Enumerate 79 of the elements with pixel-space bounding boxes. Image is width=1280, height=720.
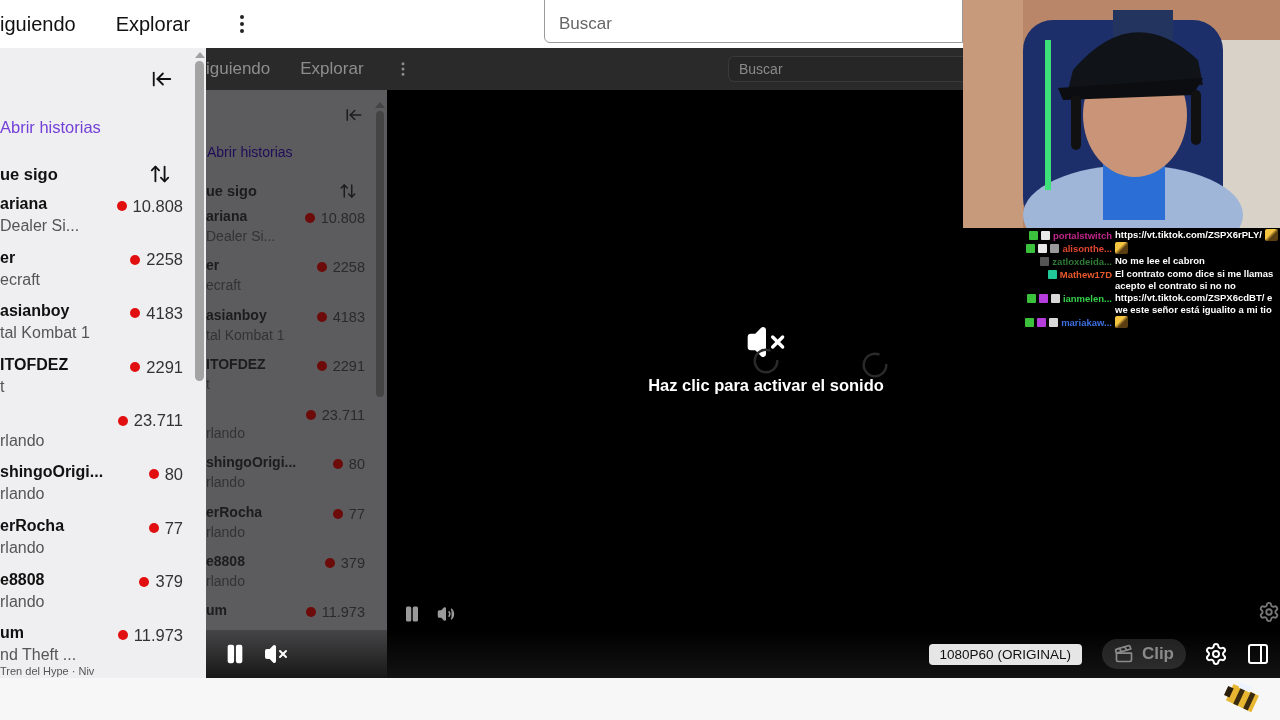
search-field[interactable]: Buscar xyxy=(728,56,963,82)
chat-username[interactable]: portalstwitch xyxy=(1052,229,1112,241)
section-title: ue sigo xyxy=(206,183,257,199)
live-dot-icon xyxy=(117,630,128,641)
live-dot-icon xyxy=(139,576,150,587)
settings-button[interactable] xyxy=(1204,642,1228,666)
live-dot-icon xyxy=(316,311,327,322)
channel-name[interactable]: um xyxy=(0,624,118,647)
channel-game: rlando xyxy=(0,592,46,611)
chat-username[interactable]: ianmelen... xyxy=(1062,292,1112,304)
chat-username[interactable]: mariakaw... xyxy=(1061,316,1112,328)
viewer-count: 23.711 xyxy=(133,411,183,431)
channel-status: Tren del Hype · Niv xyxy=(0,665,96,678)
chat-message: https://vt.tiktok.com/ZSPX6rPLY/ xyxy=(1115,229,1262,241)
unmute-prompt[interactable]: Haz clic para activar el sonido xyxy=(648,376,884,395)
settings-icon[interactable] xyxy=(1258,601,1280,623)
live-dot-icon xyxy=(130,254,141,265)
search-field[interactable]: Buscar xyxy=(544,0,963,43)
channel-name[interactable]: shingoOrigi... xyxy=(0,463,149,486)
quality-badge: 1080P60 (ORIGINAL) xyxy=(928,643,1082,665)
live-dot-icon xyxy=(316,262,327,273)
channel-name[interactable]: ariana xyxy=(0,195,117,217)
theatre-mode-button[interactable] xyxy=(1246,642,1270,666)
live-dot-icon xyxy=(316,360,327,371)
live-dot-icon xyxy=(332,508,343,519)
chat-username[interactable]: Mathew17D xyxy=(1059,268,1112,280)
channel-game: t xyxy=(0,378,6,396)
nav-link[interactable]: iguiendo xyxy=(206,59,271,79)
nav-link[interactable]: Explorar xyxy=(115,12,191,36)
live-dot-icon xyxy=(117,415,128,426)
channel-game: rlando xyxy=(0,539,46,558)
live-dot-icon xyxy=(305,607,316,618)
channel-name[interactable]: asianboy xyxy=(0,302,131,325)
video-player[interactable] xyxy=(206,48,1280,678)
mute-button[interactable] xyxy=(264,642,288,666)
channel-game: nd Theft ... xyxy=(0,646,78,665)
live-dot-icon xyxy=(305,410,316,421)
channel-name[interactable]: ITOFDEZ xyxy=(0,356,131,378)
live-dot-icon xyxy=(130,362,141,372)
viewer-count: 80 xyxy=(164,464,183,484)
channel-game: rlando xyxy=(0,485,46,504)
channel-game: rlando xyxy=(0,431,46,450)
nav-link[interactable]: iguiendo xyxy=(0,12,76,36)
chat-message: https://vt.tiktok.com/ZSPX6cdBT/ e we este señor está igualito a mi tio xyxy=(1115,292,1274,315)
chat-message: No me lee el cabron xyxy=(1115,255,1205,267)
nav-link[interactable]: Explorar xyxy=(300,59,364,79)
channel-game: tal Kombat 1 xyxy=(0,324,91,343)
scrollbar-thumb[interactable] xyxy=(195,61,204,381)
pause-icon[interactable] xyxy=(403,605,421,623)
viewer-count: 4183 xyxy=(146,303,183,323)
channel-name[interactable]: er xyxy=(0,248,131,271)
volume-icon[interactable] xyxy=(437,605,455,623)
live-dot-icon xyxy=(304,213,315,223)
scrollbar-thumb[interactable] xyxy=(376,111,384,397)
live-dot-icon xyxy=(332,459,343,470)
viewer-count: 77 xyxy=(164,518,183,538)
section-title: ue sigo xyxy=(0,164,58,184)
channel-name[interactable]: erRocha xyxy=(0,517,149,540)
viewer-count: 2291 xyxy=(146,357,183,377)
chat-username[interactable]: zatloxdeida... xyxy=(1052,255,1112,267)
live-dot-icon xyxy=(130,308,141,319)
live-dot-icon xyxy=(324,558,335,569)
loading-spinner-icon xyxy=(751,346,781,376)
viewer-count: 2258 xyxy=(146,250,183,270)
channel-name[interactable]: e8808 xyxy=(0,570,140,593)
stories-link[interactable]: Abrir historias xyxy=(0,118,193,137)
live-dot-icon xyxy=(148,469,159,480)
viewer-count: 379 xyxy=(155,572,183,592)
live-dot-icon xyxy=(116,201,127,211)
viewer-count: 11.973 xyxy=(133,625,183,645)
chat-username[interactable]: alisonthe... xyxy=(1062,242,1112,254)
clapperboard-icon xyxy=(1113,644,1134,664)
viewer-count: 10.808 xyxy=(132,196,183,216)
loading-spinner-icon xyxy=(860,350,890,380)
channel-game: ecraft xyxy=(0,270,41,289)
live-dot-icon xyxy=(148,523,159,534)
clip-button[interactable]: Clip xyxy=(1101,639,1186,669)
channel-game: Dealer Si... xyxy=(0,217,81,235)
sort-icon[interactable] xyxy=(149,163,171,185)
